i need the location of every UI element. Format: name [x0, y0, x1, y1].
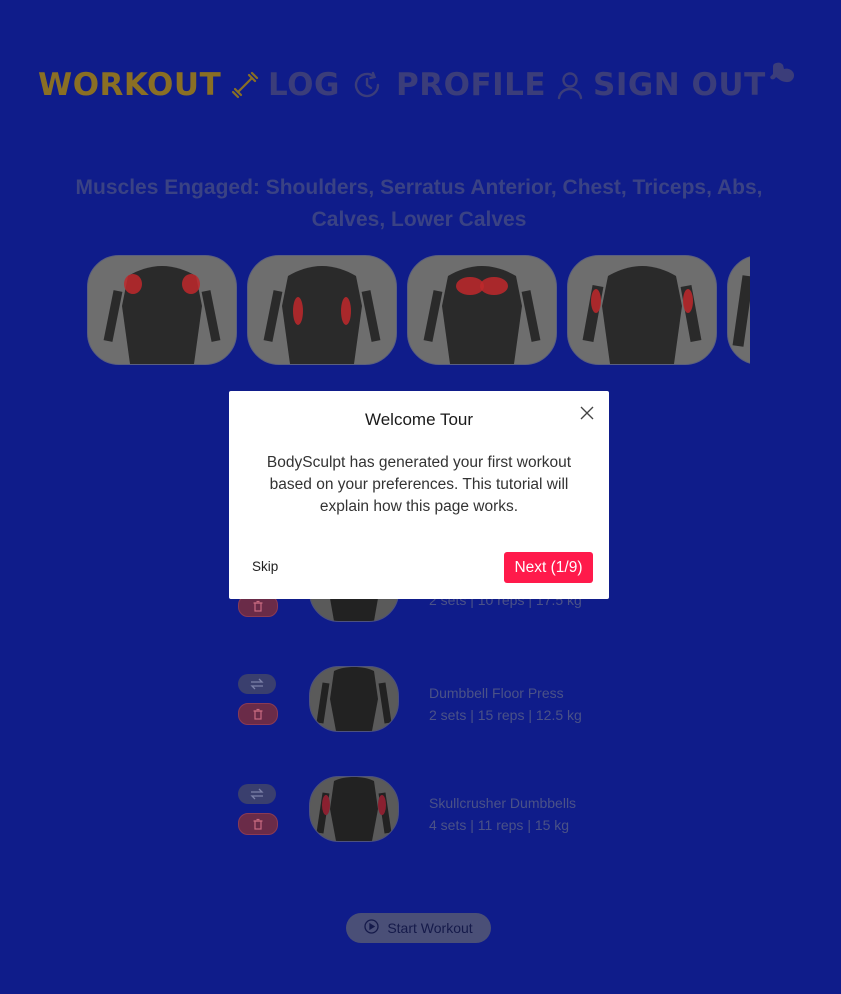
- modal-title: Welcome Tour: [364, 410, 474, 429]
- swap-arrows-icon: [250, 675, 264, 694]
- swap-exercise-button[interactable]: [238, 674, 276, 694]
- nav-workout-label: WORKOUT: [38, 66, 222, 103]
- dumbbell-icon: [231, 71, 259, 99]
- trash-icon: [252, 705, 264, 724]
- muscles-engaged-title: Muscles Engaged: Shoulders, Serratus Ant…: [75, 176, 763, 231]
- start-workout-label: Start Workout: [387, 920, 473, 936]
- nav-profile-label: PROFILE: [396, 66, 547, 103]
- nav-workout[interactable]: WORKOUT: [38, 60, 259, 110]
- muscle-thumb-partial: [727, 255, 750, 365]
- exercise-image: [309, 666, 399, 732]
- muscle-thumb-shoulders: [87, 255, 237, 365]
- exercise-sets: 2 sets | 15 reps | 12.5 kg: [429, 707, 582, 723]
- user-icon: [556, 70, 584, 100]
- exercise-image: [309, 776, 399, 842]
- flexed-arm-logo-icon[interactable]: [768, 52, 798, 102]
- swap-exercise-button[interactable]: [238, 784, 276, 804]
- nav-profile[interactable]: PROFILE: [396, 60, 584, 110]
- muscle-thumb-triceps: [567, 255, 717, 365]
- trash-icon: [252, 815, 264, 834]
- nav-log-label: LOG: [268, 66, 340, 103]
- delete-exercise-button[interactable]: [238, 813, 278, 835]
- start-workout-button[interactable]: Start Workout: [346, 913, 491, 943]
- close-icon[interactable]: [579, 405, 595, 421]
- skip-button[interactable]: Skip: [252, 559, 278, 574]
- exercise-row: Skullcrusher Dumbbells 4 sets | 11 reps …: [238, 776, 658, 846]
- muscle-carousel[interactable]: [87, 255, 750, 365]
- history-clock-icon: [352, 70, 382, 100]
- muscle-thumb-serratus: [247, 255, 397, 365]
- trash-icon: [252, 597, 264, 616]
- nav-sign-out[interactable]: SIGN OUT: [593, 60, 766, 110]
- nav-sign-out-label: SIGN OUT: [593, 66, 766, 103]
- delete-exercise-button[interactable]: [238, 703, 278, 725]
- next-button[interactable]: Next (1/9): [504, 552, 593, 583]
- main-nav: WORKOUT LOG PROFILE SIGN OUT: [38, 60, 801, 110]
- muscle-thumb-chest: [407, 255, 557, 365]
- play-circle-icon: [364, 919, 379, 937]
- nav-log[interactable]: LOG: [268, 60, 382, 110]
- exercise-name: Skullcrusher Dumbbells: [429, 795, 577, 811]
- exercise-sets: 4 sets | 11 reps | 15 kg: [429, 817, 570, 833]
- exercise-name: Dumbbell Floor Press: [429, 685, 564, 701]
- swap-arrows-icon: [250, 785, 264, 804]
- exercise-row: Dumbbell Floor Press 2 sets | 15 reps | …: [238, 666, 658, 736]
- welcome-tour-modal: Welcome Tour BodySculpt has generated yo…: [229, 391, 609, 599]
- modal-body: BodySculpt has generated your first work…: [266, 454, 572, 515]
